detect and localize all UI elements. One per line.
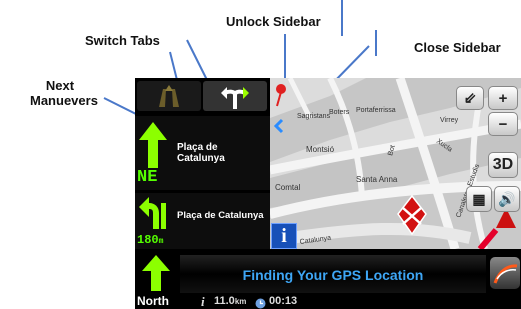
tab-maneuvers[interactable] <box>203 81 267 111</box>
eta-text: 00:13 <box>269 295 298 307</box>
keep-left-arrow-icon <box>135 195 171 231</box>
street-label: Santa Anna <box>356 175 398 184</box>
maneuver-item[interactable]: Plaça de Catalunya 180m <box>135 193 270 249</box>
maneuver-street-line: Plaça de <box>177 142 218 153</box>
distance-unit: km <box>234 297 247 306</box>
unlock-sidebar-callout: Unlock Sidebar <box>226 14 321 29</box>
route-swoosh-icon <box>493 264 518 284</box>
lanes-icon <box>159 85 179 107</box>
zoom-in-icon[interactable]: + <box>488 86 518 110</box>
layers-icon[interactable]: ▦ <box>466 186 492 212</box>
chevron-left-icon[interactable] <box>272 118 286 134</box>
maneuver-street-line: Catalunya <box>177 153 225 164</box>
callout-line: Next <box>45 78 75 93</box>
status-bar: Finding Your GPS Location <box>180 255 486 293</box>
distance-readout: 11.0km <box>214 294 246 309</box>
info-i-icon: i <box>201 294 205 309</box>
next-manuevers-callout: Next Manuevers <box>30 78 98 108</box>
callout-line: Manuevers <box>30 93 98 108</box>
maneuver-distance-unit: m <box>158 237 164 246</box>
street-label: Portaferrissa <box>356 107 396 114</box>
distance-value: 11.0 <box>214 295 235 307</box>
info-button[interactable]: i <box>271 223 297 249</box>
bottom-bar: Finding Your GPS Location North i 11.0km… <box>135 249 521 309</box>
close-sidebar-callout: Close Sidebar <box>414 40 501 55</box>
zoom-out-icon[interactable]: ⇙ <box>456 86 484 110</box>
street-label: Virrey <box>440 117 459 124</box>
gps-status-text: Finding Your GPS Location <box>242 267 424 283</box>
street-label: Comtal <box>275 183 301 192</box>
pin-icon[interactable] <box>271 82 289 108</box>
tab-lanes[interactable] <box>137 81 201 111</box>
zoom-out-minus-icon[interactable]: − <box>488 112 518 136</box>
map-view[interactable]: Sagristans Boters Portaferrissa Montsió … <box>270 78 521 249</box>
maneuver-direction: NE <box>137 168 158 187</box>
tab-bar <box>135 78 286 134</box>
navigation-device-screen: Sagristans Boters Portaferrissa Montsió … <box>135 78 521 309</box>
maneuver-street: Plaça de Catalunya <box>177 142 225 164</box>
switch-tabs-callout: Switch Tabs <box>85 33 160 48</box>
split-arrow-icon <box>221 87 249 109</box>
maneuver-street: Plaça de Catalunya <box>177 210 264 221</box>
sidebar: Plaça de Catalunya NE Plaça de Catalunya… <box>135 78 286 249</box>
straight-arrow-icon <box>135 120 171 170</box>
maneuver-distance-value: 180 <box>137 233 159 247</box>
street-label: Boters <box>329 109 350 116</box>
heading-text: North <box>137 294 169 308</box>
next-turn-arrow-icon <box>142 255 170 291</box>
menu-button[interactable] <box>490 257 520 289</box>
street-label: Montsió <box>306 145 335 154</box>
clock-icon <box>255 298 266 309</box>
3d-view-button[interactable]: 3D <box>488 152 518 178</box>
street-label: Sagristans <box>297 113 331 120</box>
maneuver-distance: 180m <box>137 233 163 247</box>
volume-icon[interactable]: 🔊 <box>494 186 520 212</box>
maneuver-item[interactable]: Plaça de Catalunya NE <box>135 116 270 190</box>
